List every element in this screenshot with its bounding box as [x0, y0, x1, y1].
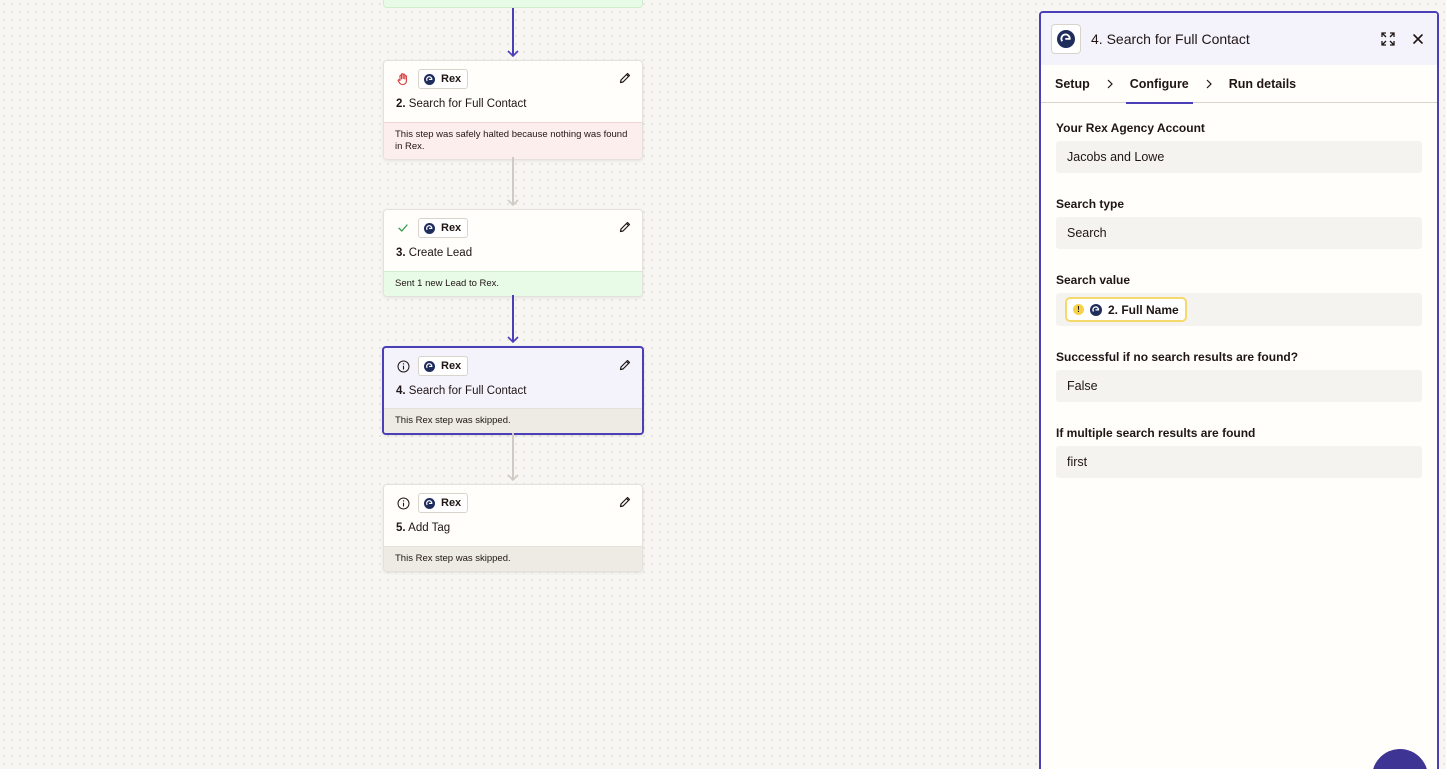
step-status-message: This Rex step was skipped.	[384, 546, 642, 571]
warning-icon: !	[1073, 304, 1084, 315]
field-label: Search type	[1056, 197, 1125, 211]
step-title: 3. Create Lead	[396, 247, 473, 259]
field-rex-agency-account: Your Rex Agency Account Jacobs and Lowe	[1056, 121, 1422, 173]
step-status-message: This step was safely halted because noth…	[384, 122, 642, 159]
pencil-icon[interactable]	[618, 71, 632, 85]
pencil-icon[interactable]	[618, 495, 632, 509]
successful-if-no-results-input[interactable]: False	[1056, 370, 1422, 402]
field-successful-if-no-results: Successful if no search results are foun…	[1056, 350, 1422, 402]
panel-header: 4. Search for Full Contact	[1041, 13, 1437, 65]
app-chip: Rex	[418, 493, 469, 513]
info-circle-icon	[396, 359, 410, 373]
connector-arrow	[507, 433, 519, 482]
panel-app-logo	[1051, 24, 1081, 54]
pencil-icon[interactable]	[618, 220, 632, 234]
rex-logo-icon	[1090, 303, 1102, 316]
panel-title: 4. Search for Full Contact	[1091, 31, 1250, 47]
info-circle-icon	[396, 496, 410, 510]
previous-step-card[interactable]	[383, 0, 643, 8]
hand-stop-icon	[396, 72, 410, 86]
step-status-message: This Rex step was skipped.	[384, 408, 642, 433]
field-search-value: Search value ! 2. Full Name	[1056, 273, 1422, 326]
chevron-right-icon	[1106, 79, 1114, 89]
search-type-input[interactable]: Search	[1056, 217, 1422, 249]
field-label: If multiple search results are found	[1056, 426, 1256, 440]
search-value-input[interactable]: ! 2. Full Name	[1056, 293, 1422, 326]
close-icon[interactable]	[1410, 31, 1426, 47]
step-status-message: Sent 1 new Lead to Rex.	[384, 271, 642, 296]
app-chip: Rex	[418, 218, 469, 238]
field-multiple-results: If multiple search results are found fir…	[1056, 426, 1422, 478]
pencil-icon[interactable]	[618, 358, 632, 372]
mapped-field-pill[interactable]: ! 2. Full Name	[1065, 297, 1187, 322]
workflow-canvas: Rex 2. Search for Full Contact This step…	[0, 0, 1040, 769]
tab-configure[interactable]: Configure	[1125, 65, 1193, 104]
rex-logo-icon	[1057, 30, 1075, 48]
connector-arrow	[507, 157, 519, 207]
configure-form: Your Rex Agency Account Jacobs and Lowe …	[1041, 103, 1437, 478]
panel-tabs: Setup Configure Run details	[1041, 65, 1437, 104]
step-title: 4. Search for Full Contact	[396, 385, 527, 397]
step-title: 2. Search for Full Contact	[396, 98, 527, 110]
chevron-right-icon	[1205, 79, 1213, 89]
rex-agency-account-input[interactable]: Jacobs and Lowe	[1056, 141, 1422, 173]
app-chip: Rex	[418, 356, 469, 376]
tab-run-details[interactable]: Run details	[1227, 65, 1298, 103]
step-title: 5. Add Tag	[396, 522, 451, 534]
rex-logo-icon	[424, 73, 435, 85]
step-card-5[interactable]: Rex 5. Add Tag This Rex step was skipped…	[383, 484, 643, 572]
expand-icon[interactable]	[1380, 31, 1396, 47]
step-card-3[interactable]: Rex 3. Create Lead Sent 1 new Lead to Re…	[383, 209, 643, 297]
field-label: Successful if no search results are foun…	[1056, 350, 1299, 364]
app-chip: Rex	[418, 69, 469, 89]
connector-arrow	[507, 295, 519, 344]
field-search-type: Search type Search	[1056, 197, 1422, 249]
rex-logo-icon	[424, 497, 435, 509]
check-icon	[396, 221, 410, 235]
field-label: Search value	[1056, 273, 1131, 287]
step-card-2[interactable]: Rex 2. Search for Full Contact This step…	[383, 60, 643, 160]
tab-setup[interactable]: Setup	[1053, 65, 1092, 103]
step-card-4[interactable]: Rex 4. Search for Full Contact This Rex …	[382, 346, 644, 435]
rex-logo-icon	[424, 360, 435, 372]
step-detail-panel: 4. Search for Full Contact Setup Configu…	[1039, 11, 1439, 769]
connector-arrow	[507, 8, 519, 58]
rex-logo-icon	[424, 222, 435, 234]
field-label: Your Rex Agency Account	[1056, 121, 1205, 135]
multiple-results-input[interactable]: first	[1056, 446, 1422, 478]
